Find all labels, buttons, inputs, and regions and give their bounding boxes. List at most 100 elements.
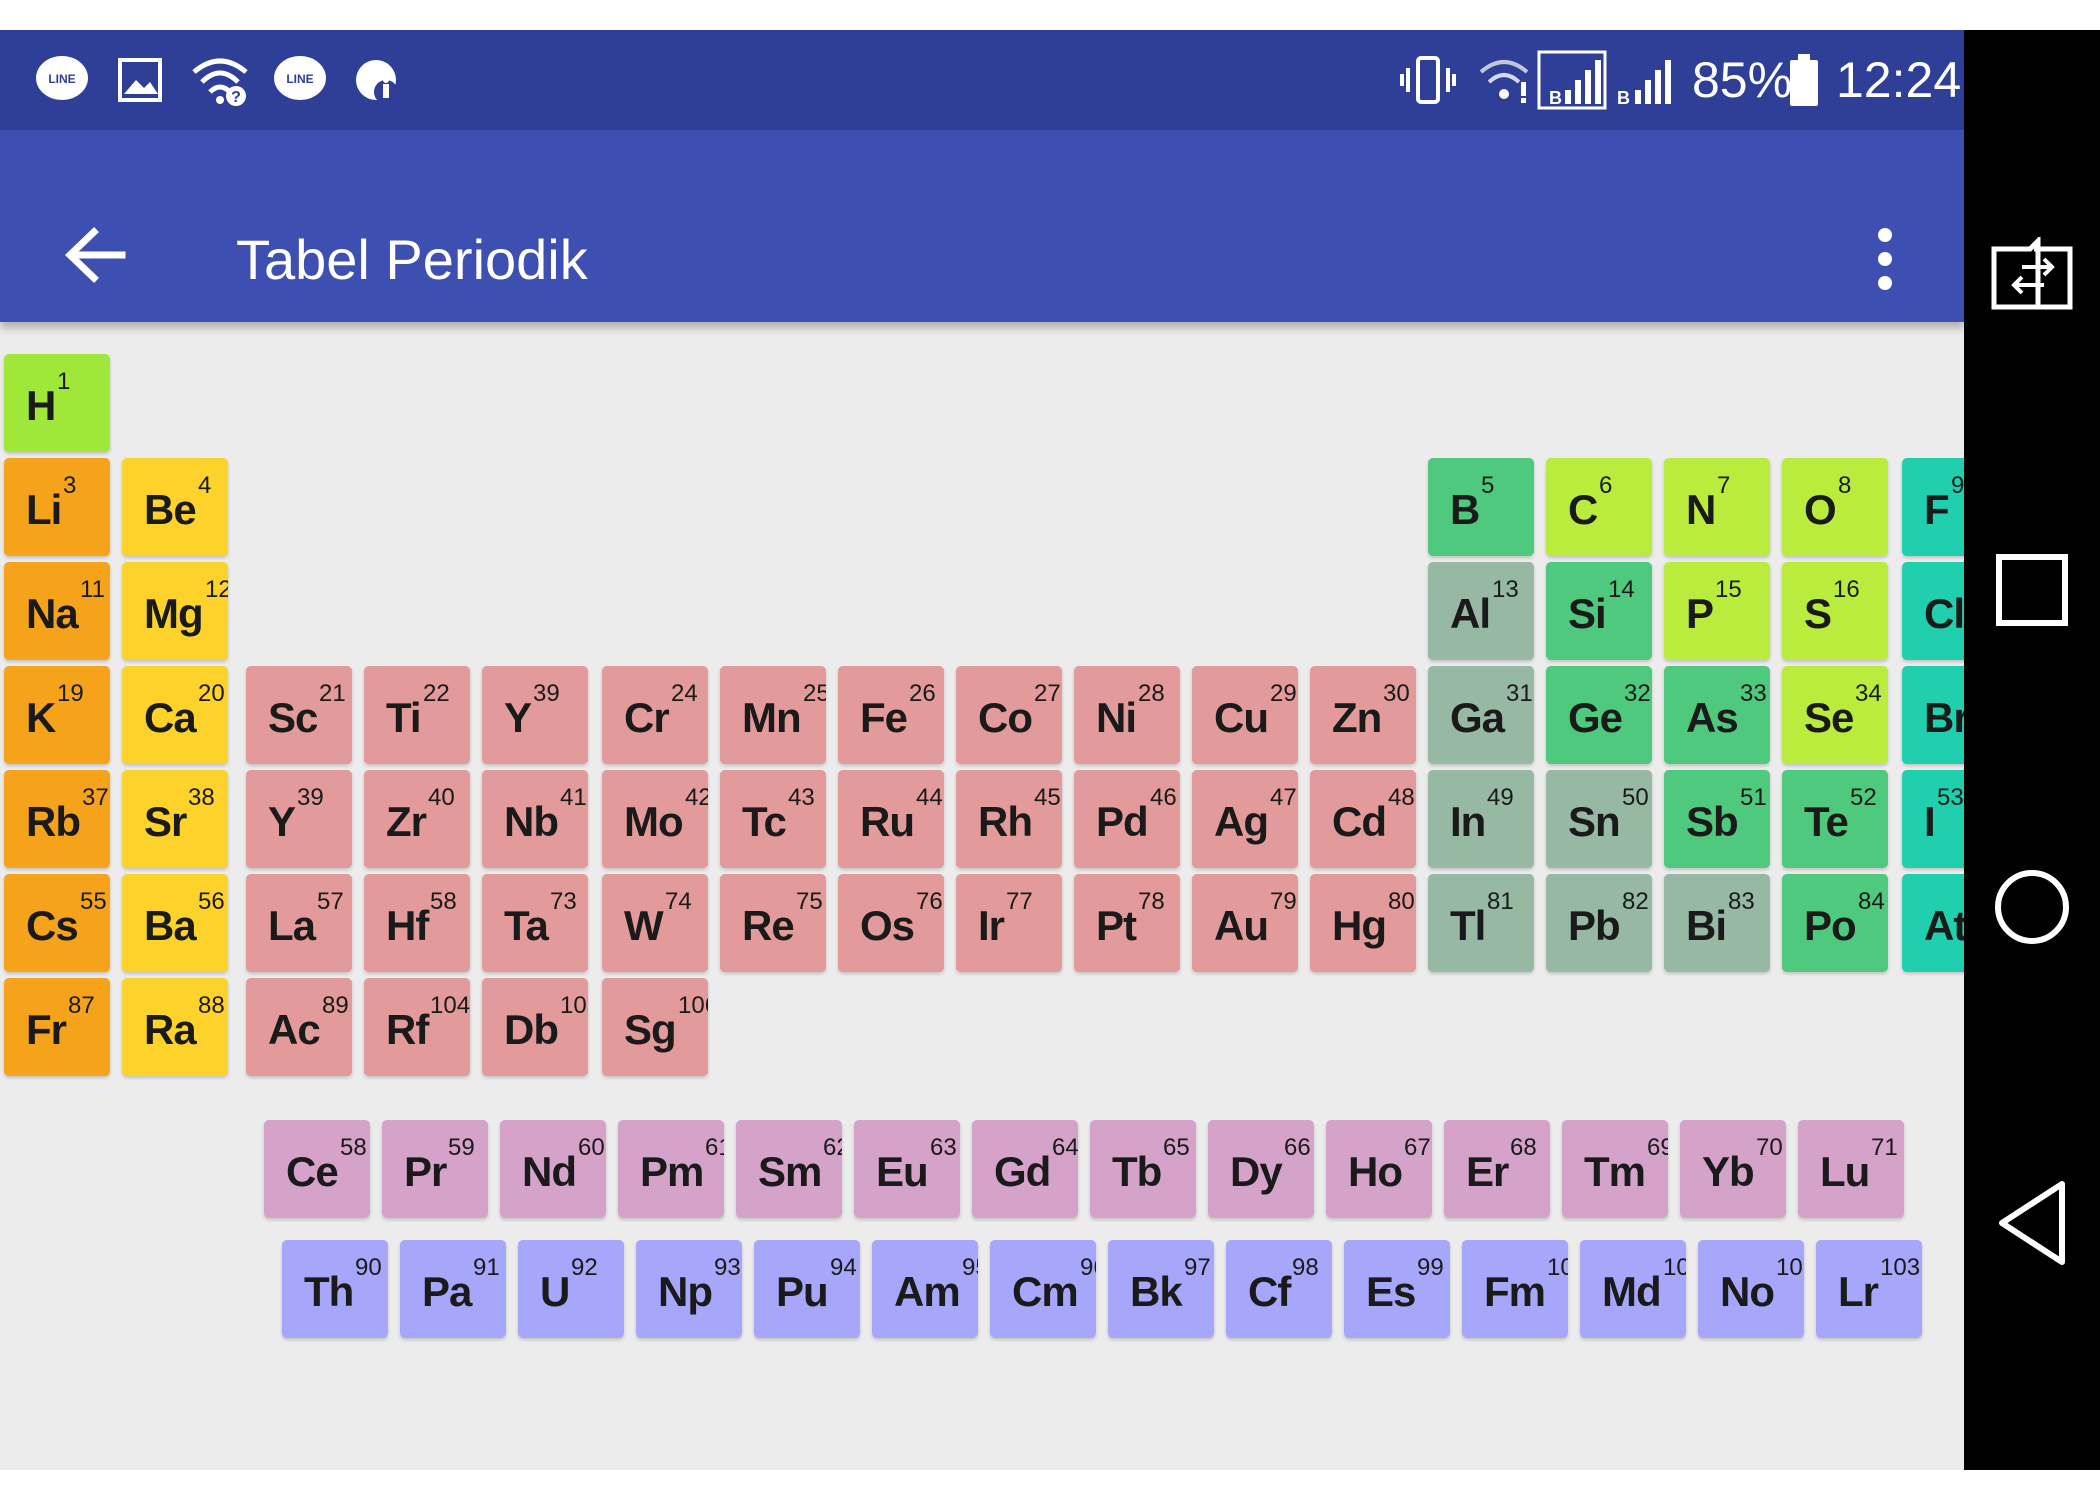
element-cell[interactable]: Au 79 [1192,874,1298,972]
element-cell[interactable]: Fr 87 [4,978,110,1076]
element-cell[interactable]: Nb 41 [482,770,588,868]
element-cell[interactable]: Mo 42 [602,770,708,868]
element-cell[interactable]: Ge 32 [1546,666,1652,764]
element-cell[interactable]: Sb 51 [1664,770,1770,868]
element-cell[interactable]: No102 [1698,1240,1804,1338]
element-cell[interactable]: Th 90 [282,1240,388,1338]
element-cell[interactable]: Ga 31 [1428,666,1534,764]
element-cell[interactable]: Zn 30 [1310,666,1416,764]
element-cell[interactable]: Cf 98 [1226,1240,1332,1338]
element-cell[interactable]: U 92 [518,1240,624,1338]
element-cell[interactable]: B5 [1428,458,1534,556]
element-cell[interactable]: Pa 91 [400,1240,506,1338]
element-cell[interactable]: C6 [1546,458,1652,556]
element-cell[interactable]: Es 99 [1344,1240,1450,1338]
element-cell[interactable]: Se 34 [1782,666,1888,764]
back-button[interactable] [50,210,140,300]
element-cell[interactable]: Cm96 [990,1240,1096,1338]
element-cell[interactable]: Ru 44 [838,770,944,868]
element-cell[interactable]: Hf 58 [364,874,470,972]
element-cell[interactable]: Be 4 [122,458,228,556]
element-cell[interactable]: O8 [1782,458,1888,556]
element-cell[interactable]: P 15 [1664,562,1770,660]
element-cell[interactable]: Te 52 [1782,770,1888,868]
home-button[interactable] [1964,832,2100,982]
element-cell[interactable]: Lr 103 [1816,1240,1922,1338]
element-cell[interactable]: Np 93 [636,1240,742,1338]
element-cell[interactable]: Cu 29 [1192,666,1298,764]
element-cell[interactable]: H1 [4,354,110,452]
element-cell[interactable]: I 53 [1902,770,1964,868]
element-cell[interactable]: N7 [1664,458,1770,556]
element-cell[interactable]: Bk 97 [1108,1240,1214,1338]
element-cell[interactable]: Pu 94 [754,1240,860,1338]
element-cell[interactable]: Eu 63 [854,1120,960,1218]
element-cell[interactable]: Ag 47 [1192,770,1298,868]
element-cell[interactable]: Sm62 [736,1120,842,1218]
element-cell[interactable]: K 19 [4,666,110,764]
element-cell[interactable]: Sr 38 [122,770,228,868]
element-cell[interactable]: Po 84 [1782,874,1888,972]
element-cell[interactable]: Ho 67 [1326,1120,1432,1218]
element-cell[interactable]: Zr 40 [364,770,470,868]
element-cell[interactable]: S 16 [1782,562,1888,660]
element-cell[interactable]: Mn 25 [720,666,826,764]
element-cell[interactable]: Mg 12 [122,562,228,660]
element-cell[interactable]: La 57 [246,874,352,972]
element-cell[interactable]: Y 39 [482,666,588,764]
element-cell[interactable]: Am95 [872,1240,978,1338]
element-cell[interactable]: Lu 71 [1798,1120,1904,1218]
element-cell[interactable]: Ta 73 [482,874,588,972]
element-cell[interactable]: Bi 83 [1664,874,1770,972]
element-cell[interactable]: Pb 82 [1546,874,1652,972]
element-cell[interactable]: Ra 88 [122,978,228,1076]
element-cell[interactable]: Cl17 [1902,562,1964,660]
element-cell[interactable]: Hg 80 [1310,874,1416,972]
element-cell[interactable]: Tm 69 [1562,1120,1668,1218]
back-nav-button[interactable] [1964,1148,2100,1298]
element-cell[interactable]: Rf 104 [364,978,470,1076]
element-cell[interactable]: Tb 65 [1090,1120,1196,1218]
element-cell[interactable]: Ac 89 [246,978,352,1076]
element-cell[interactable]: Li 3 [4,458,110,556]
element-cell[interactable]: Gd 64 [972,1120,1078,1218]
overflow-menu-button[interactable] [1860,214,1910,304]
element-cell[interactable]: F9 [1902,458,1964,556]
element-cell[interactable]: Pt 78 [1074,874,1180,972]
element-cell[interactable]: Fe 26 [838,666,944,764]
element-cell[interactable]: Pm61 [618,1120,724,1218]
element-cell[interactable]: As 33 [1664,666,1770,764]
element-cell[interactable]: Co 27 [956,666,1062,764]
element-cell[interactable]: Pd 46 [1074,770,1180,868]
element-cell[interactable]: Y 39 [246,770,352,868]
element-cell[interactable]: Db105 [482,978,588,1076]
element-cell[interactable]: Na 11 [4,562,110,660]
element-cell[interactable]: Rb 37 [4,770,110,868]
element-cell[interactable]: Pr 59 [382,1120,488,1218]
element-cell[interactable]: Md101 [1580,1240,1686,1338]
element-cell[interactable]: In 49 [1428,770,1534,868]
element-cell[interactable]: Br35 [1902,666,1964,764]
element-cell[interactable]: Sc 21 [246,666,352,764]
element-cell[interactable]: Yb 70 [1680,1120,1786,1218]
element-cell[interactable]: Tc 43 [720,770,826,868]
element-cell[interactable]: Ce 58 [264,1120,370,1218]
element-cell[interactable]: Ca 20 [122,666,228,764]
screen-switch-button[interactable] [1964,200,2100,350]
element-cell[interactable]: Cs 55 [4,874,110,972]
element-cell[interactable]: Sn 50 [1546,770,1652,868]
element-cell[interactable]: Sg106 [602,978,708,1076]
element-cell[interactable]: At85 [1902,874,1964,972]
element-cell[interactable]: Ti 22 [364,666,470,764]
element-cell[interactable]: Fm100 [1462,1240,1568,1338]
element-cell[interactable]: Al 13 [1428,562,1534,660]
element-cell[interactable]: Cr 24 [602,666,708,764]
element-cell[interactable]: W 74 [602,874,708,972]
element-cell[interactable]: Tl 81 [1428,874,1534,972]
element-cell[interactable]: Cd 48 [1310,770,1416,868]
element-cell[interactable]: Re 75 [720,874,826,972]
element-cell[interactable]: Nd 60 [500,1120,606,1218]
element-cell[interactable]: Si 14 [1546,562,1652,660]
element-cell[interactable]: Rh 45 [956,770,1062,868]
recent-apps-button[interactable] [1964,515,2100,665]
